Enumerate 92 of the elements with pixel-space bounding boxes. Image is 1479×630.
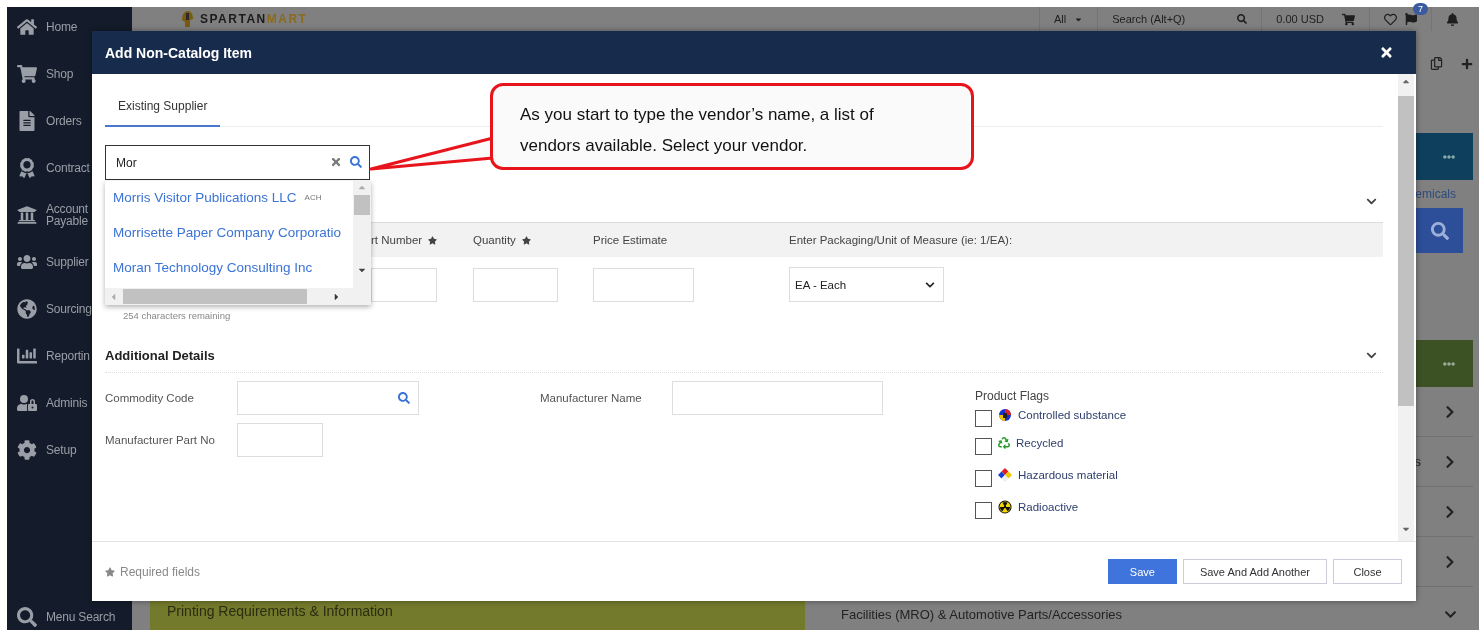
character-count: 254 characters remaining (123, 310, 232, 321)
search-field[interactable]: Search (Alt+Q) (1112, 13, 1186, 25)
checkbox-label: Radioactive (1018, 501, 1079, 513)
logo-text: MART (266, 12, 308, 26)
sidebar-item[interactable]: Shop (46, 67, 93, 80)
section-title: Additional Details (105, 348, 215, 363)
scroll-thumb[interactable] (354, 195, 370, 215)
horizontal-scrollbar[interactable] (105, 288, 371, 305)
column-heading: Price Estimate (593, 234, 668, 246)
dialog-title: Add Non-Catalog Item (105, 44, 252, 61)
checkbox[interactable] (975, 469, 992, 487)
text-field[interactable] (672, 381, 883, 415)
copy-icon[interactable] (1430, 57, 1443, 70)
recycle-icon (998, 437, 1010, 449)
search-icon (1430, 221, 1449, 240)
payment-tag: ACH (304, 193, 322, 202)
scroll-thumb[interactable] (123, 289, 307, 304)
checkbox-label: Recycled (1016, 437, 1064, 449)
search-icon[interactable] (398, 392, 410, 404)
clear-icon[interactable] (330, 156, 342, 168)
field-label: Manufacturer Part No (105, 434, 216, 446)
search-icon[interactable] (17, 607, 37, 627)
logo-text: SPARTAN (200, 12, 267, 26)
cart-icon[interactable] (1342, 12, 1355, 26)
field-label: Manufacturer Name (540, 392, 643, 404)
column-heading: rt Number (371, 234, 423, 246)
star-icon (105, 566, 115, 577)
suggestion-item[interactable]: Morrisette Paper Company Corporatio (105, 215, 353, 250)
checkbox-label: Hazardous material (1018, 469, 1118, 481)
field-label: Commodity Code (105, 392, 195, 404)
sidebar-item[interactable]: Contract (46, 161, 93, 174)
dialog-button[interactable]: Close (1333, 559, 1402, 584)
search-button[interactable] (1416, 208, 1463, 253)
save-button[interactable]: Save (1107, 559, 1177, 584)
notification-badge: 7 (1413, 3, 1428, 15)
search-icon[interactable] (1237, 14, 1248, 24)
scrollbar[interactable] (1398, 74, 1414, 541)
plus-icon[interactable] (1461, 58, 1473, 70)
suggestion-item[interactable]: Moran Technology Consulting Inc (105, 250, 353, 285)
radiation-icon (998, 500, 1012, 514)
required-note: Required fields (120, 564, 201, 579)
checkbox[interactable] (975, 409, 992, 427)
sidebar-item[interactable]: Setup (46, 443, 93, 456)
bank-icon[interactable] (17, 204, 37, 225)
diamond-icon (998, 468, 1012, 482)
unit-select[interactable]: EA - Each (789, 267, 944, 302)
checkbox[interactable] (975, 437, 992, 455)
award-icon[interactable] (17, 157, 37, 178)
helmet-icon (180, 10, 194, 28)
group-label: Product Flags (975, 389, 1051, 403)
tab[interactable]: Existing Supplier (105, 99, 221, 127)
checkbox[interactable] (975, 501, 992, 519)
sidebar-item[interactable]: Reportin (46, 349, 93, 362)
column-heading: Quantity (473, 234, 516, 246)
chevron-icon (925, 279, 935, 290)
scrollbar[interactable] (353, 181, 371, 288)
cart-icon[interactable] (17, 63, 37, 84)
flag-icon[interactable] (1405, 13, 1417, 25)
text-field[interactable] (237, 423, 323, 457)
sidebar-item[interactable]: Sourcing (46, 302, 93, 315)
gear-icon[interactable] (17, 439, 37, 460)
scroll-thumb[interactable] (1398, 96, 1414, 406)
heart-icon[interactable] (1384, 12, 1397, 26)
chevron-icon[interactable] (1366, 350, 1377, 361)
sidebar-item[interactable]: Supplier (46, 255, 93, 268)
menu-search-link[interactable]: Menu Search (46, 611, 116, 623)
category-item[interactable]: Facilities (MRO) & Automotive Parts/Accessories (841, 607, 1123, 622)
chevron-icon[interactable] (1444, 608, 1457, 621)
cart-total: 0.00 USD (1276, 13, 1324, 25)
sidebar-item[interactable]: Orders (46, 114, 93, 127)
search-icon[interactable] (350, 156, 362, 168)
lock-icon[interactable] (17, 392, 37, 413)
globe-icon[interactable] (17, 298, 37, 319)
quantity-input[interactable] (473, 267, 558, 302)
suggestion-item[interactable]: Morris Visitor Publications LLC ACH (105, 180, 353, 215)
callout-bubble: As you start to type the vendor’s name, a list of vendors available. Select your vendor. (490, 83, 974, 170)
document-icon[interactable] (17, 110, 37, 131)
text-field[interactable] (237, 381, 419, 415)
bell-icon[interactable] (1446, 12, 1459, 26)
checkbox-label: Controlled substance (1018, 409, 1127, 421)
price-input[interactable] (593, 267, 694, 302)
hazard-circle-icon (998, 408, 1012, 422)
sidebar-item[interactable]: Account Payable (46, 202, 93, 227)
home-icon[interactable] (17, 16, 37, 37)
part-number-input[interactable] (371, 267, 437, 302)
close-button[interactable] (1379, 45, 1394, 60)
sidebar-item[interactable]: Home (46, 20, 93, 33)
supplier-search-field[interactable]: Mor (105, 145, 370, 180)
column-heading: Enter Packaging/Unit of Measure (ie: 1/EA): (789, 234, 1013, 246)
dialog-button[interactable]: Save And Add Another (1182, 559, 1327, 584)
sidebar-item[interactable]: Adminis (46, 396, 93, 409)
scope-dropdown[interactable]: All (1054, 13, 1067, 25)
